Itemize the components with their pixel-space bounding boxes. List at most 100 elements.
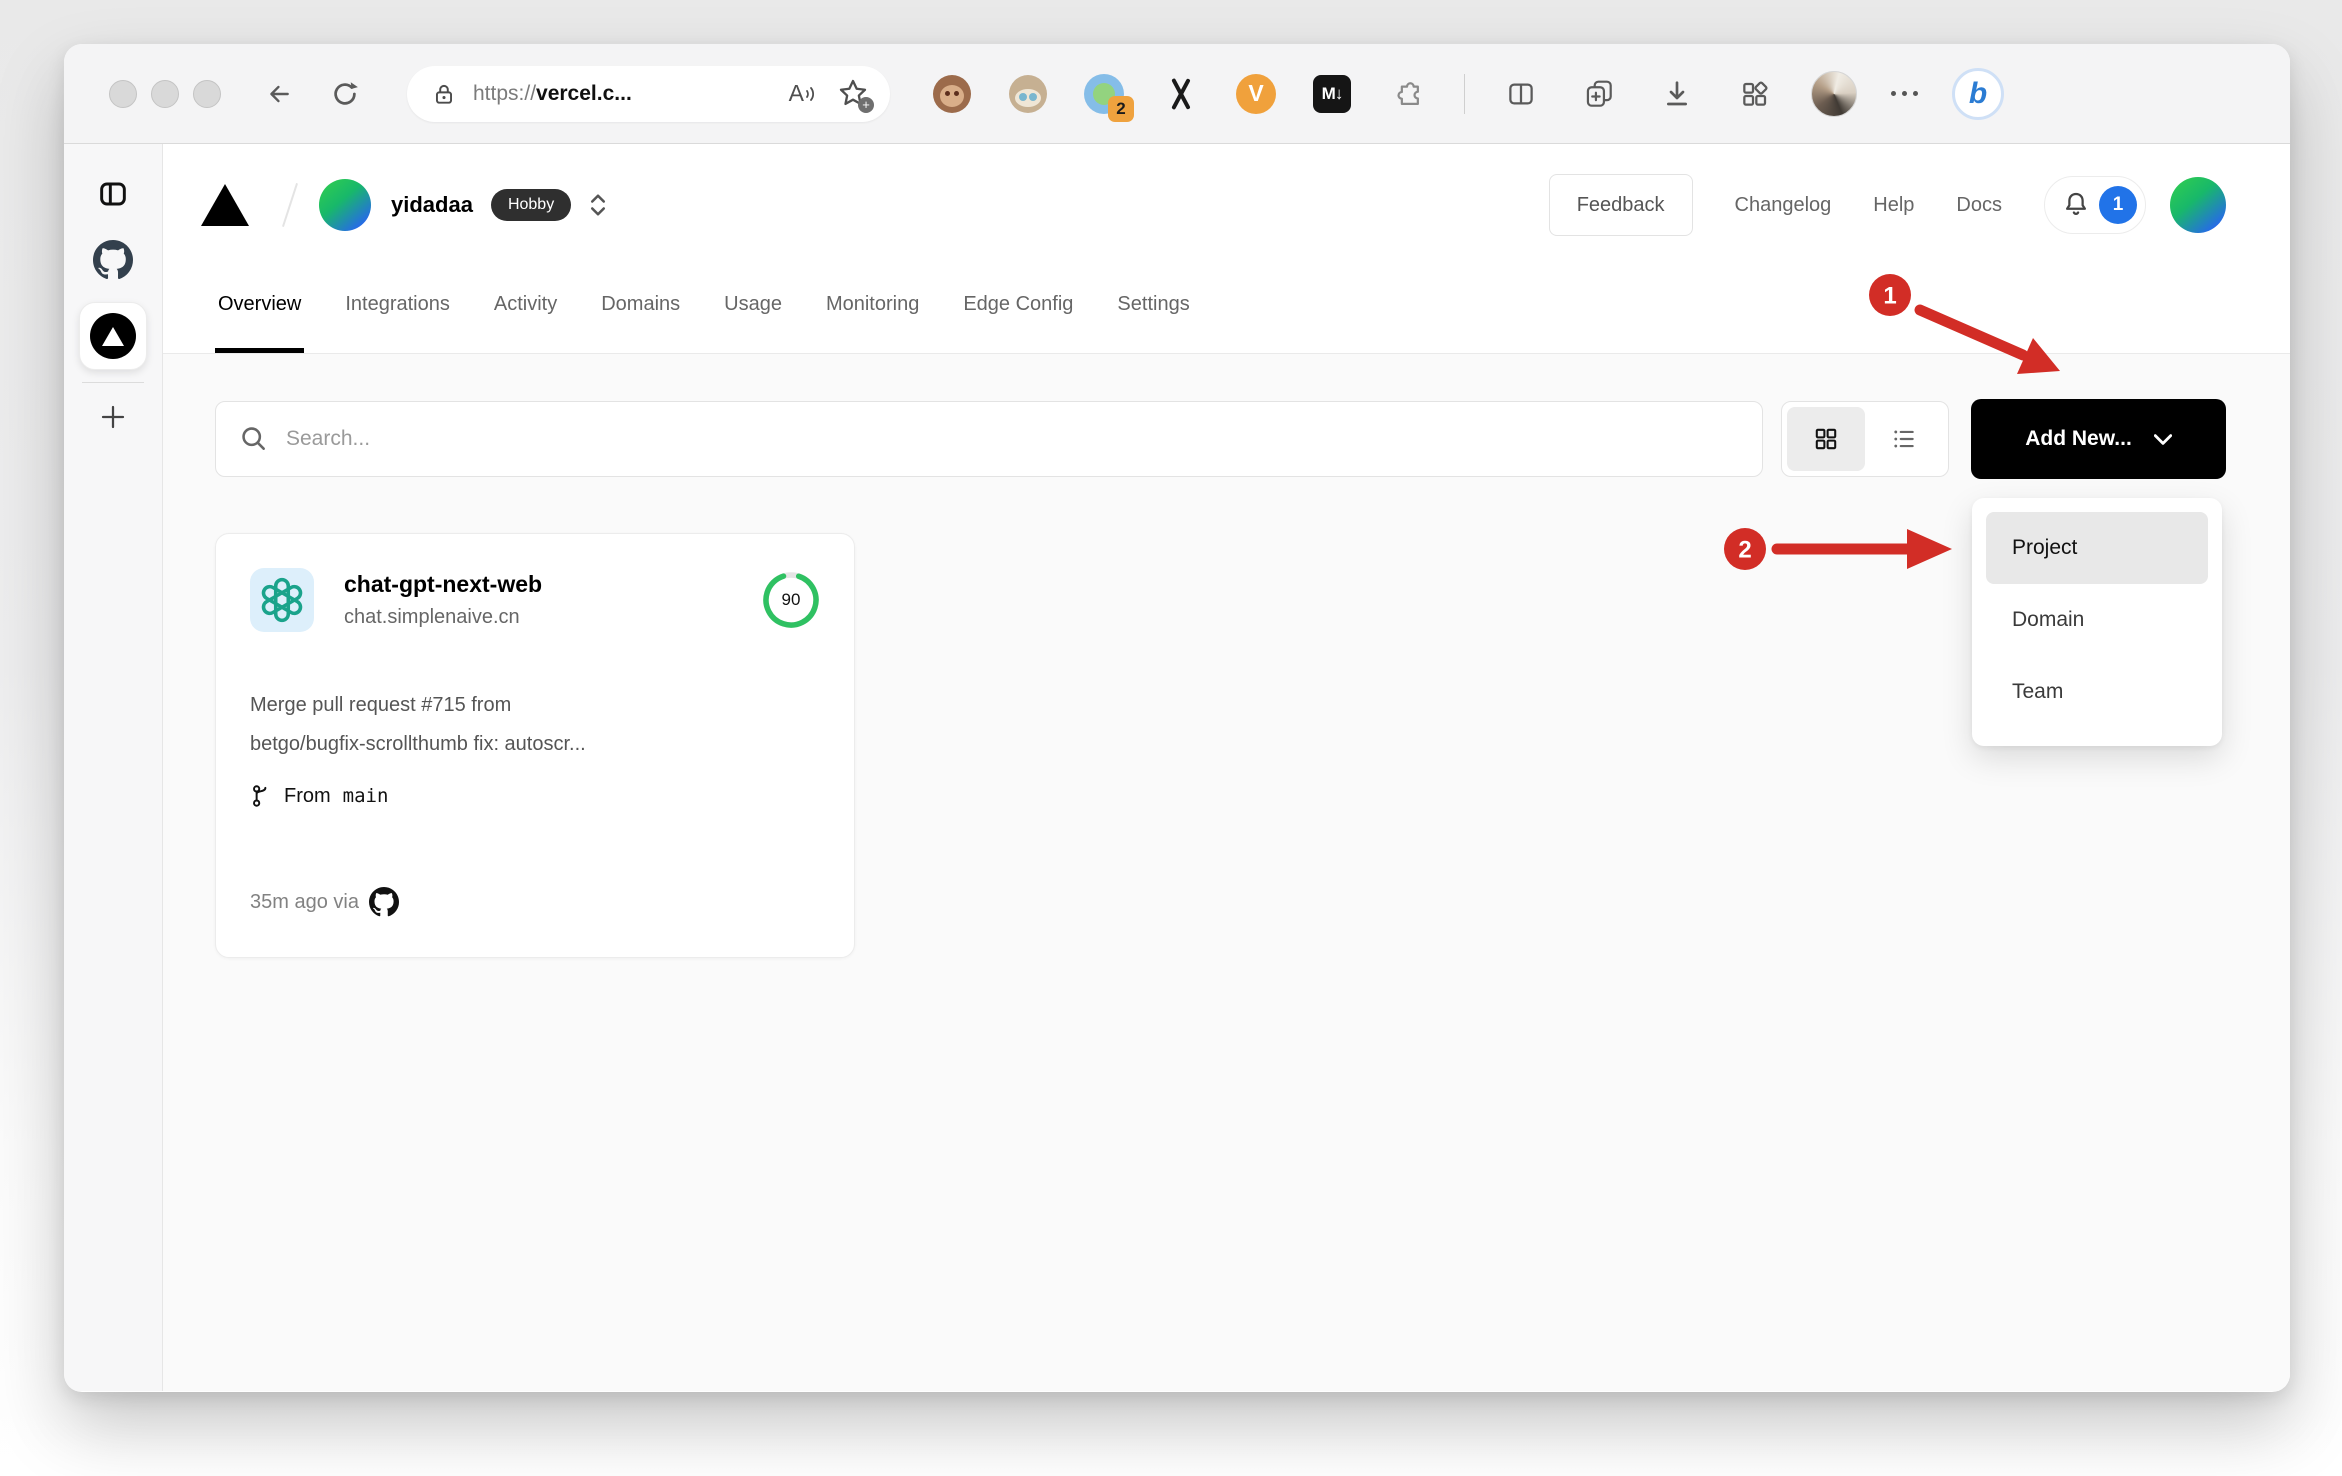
favorite-button[interactable]: + bbox=[838, 78, 874, 113]
score-value: 90 bbox=[781, 590, 801, 609]
search-icon bbox=[242, 427, 265, 450]
window-controls bbox=[109, 79, 221, 108]
browser-profile-avatar[interactable] bbox=[1811, 70, 1857, 117]
tab-overview[interactable]: Overview bbox=[214, 256, 305, 353]
workspaces-grid-icon bbox=[1743, 80, 1768, 106]
menu-item-project[interactable]: Project bbox=[1986, 512, 2208, 584]
extensions-menu-icon[interactable] bbox=[1386, 72, 1430, 116]
v-extension-icon[interactable]: V bbox=[1234, 72, 1278, 116]
branch-name: main bbox=[342, 785, 389, 807]
clipper-extension-icon[interactable] bbox=[1158, 72, 1202, 116]
breadcrumb-slash bbox=[281, 182, 299, 228]
extensions-row: 2 V M↓ bbox=[930, 72, 1430, 122]
download-icon bbox=[1667, 80, 1687, 105]
project-titles: chat-gpt-next-web chat.simplenaive.cn bbox=[344, 571, 542, 629]
add-new-dropdown: Project Domain Team bbox=[1972, 498, 2222, 746]
tab-domains[interactable]: Domains bbox=[601, 256, 680, 353]
back-arrow-icon bbox=[270, 85, 289, 102]
menu-item-domain[interactable]: Domain bbox=[1986, 584, 2208, 656]
url-text: https://vercel.c... bbox=[473, 82, 789, 106]
sidebar-divider bbox=[82, 382, 144, 383]
lock-icon bbox=[435, 84, 453, 104]
list-view-button[interactable] bbox=[1865, 407, 1943, 471]
controls-row: Add New... bbox=[215, 399, 2226, 479]
vercel-dashboard-page: yidadaa Hobby Feedback Changelog Help Do… bbox=[163, 144, 2290, 1391]
project-name[interactable]: chat-gpt-next-web bbox=[344, 571, 542, 598]
feedback-button[interactable]: Feedback bbox=[1548, 174, 1693, 236]
menu-item-team[interactable]: Team bbox=[1986, 656, 2208, 728]
edge-vertical-tabs-sidebar bbox=[64, 144, 163, 1391]
close-window-button[interactable] bbox=[109, 79, 137, 108]
split-screen-button[interactable] bbox=[1499, 72, 1543, 116]
team-avatar bbox=[319, 179, 371, 231]
user-avatar[interactable] bbox=[2170, 177, 2226, 233]
read-aloud-icon: A bbox=[788, 80, 804, 106]
workspaces-button[interactable] bbox=[1733, 72, 1777, 116]
downloads-button[interactable] bbox=[1655, 72, 1699, 116]
scope-switcher-button[interactable] bbox=[587, 190, 609, 220]
tab-edge-config[interactable]: Edge Config bbox=[963, 256, 1073, 353]
vercel-favicon bbox=[90, 313, 136, 359]
maximize-window-button[interactable] bbox=[193, 79, 221, 108]
more-menu-button[interactable] bbox=[1891, 91, 1918, 96]
tab-vercel-active[interactable] bbox=[79, 302, 147, 370]
translator-extension-icon[interactable]: 2 bbox=[1082, 72, 1134, 122]
bing-icon: b bbox=[1968, 76, 1988, 110]
header-right: Feedback Changelog Help Docs 1 bbox=[1548, 174, 2226, 236]
vercel-header: yidadaa Hobby Feedback Changelog Help Do… bbox=[163, 144, 2290, 256]
add-new-label: Add New... bbox=[2025, 427, 2132, 450]
grid-view-button[interactable] bbox=[1787, 407, 1865, 471]
openai-logo-icon bbox=[261, 577, 303, 623]
tab-github[interactable] bbox=[89, 236, 137, 284]
minimize-window-button[interactable] bbox=[151, 79, 179, 108]
github-icon bbox=[93, 240, 133, 280]
collections-button[interactable] bbox=[1577, 72, 1621, 116]
back-button[interactable] bbox=[257, 72, 301, 116]
notifications-button[interactable]: 1 bbox=[2044, 176, 2146, 234]
browser-toolbar: https://vercel.c... A + 2 V M↓ b bbox=[64, 44, 2290, 144]
tab-settings[interactable]: Settings bbox=[1117, 256, 1189, 353]
tab-actions-button[interactable] bbox=[89, 170, 137, 218]
tab-activity[interactable]: Activity bbox=[494, 256, 557, 353]
add-new-button[interactable]: Add New... bbox=[1971, 399, 2226, 479]
dashboard-content: Add New... chat-gpt-next-web chat.simple… bbox=[163, 354, 2290, 1391]
markdown-extension-icon[interactable]: M↓ bbox=[1310, 72, 1354, 116]
project-card-head: chat-gpt-next-web chat.simplenaive.cn 90 bbox=[250, 568, 820, 632]
changelog-link[interactable]: Changelog bbox=[1735, 194, 1832, 217]
browser-window: https://vercel.c... A + 2 V M↓ b yidadaa… bbox=[64, 44, 2290, 1392]
search-input[interactable] bbox=[286, 427, 1738, 451]
commit-line-1: Merge pull request #715 from bbox=[250, 694, 512, 716]
search-box bbox=[215, 401, 1763, 477]
project-domain[interactable]: chat.simplenaive.cn bbox=[344, 606, 542, 629]
plus-icon bbox=[101, 405, 125, 429]
chevron-down-icon bbox=[2153, 433, 2172, 445]
read-aloud-button[interactable]: A bbox=[789, 80, 818, 107]
sloth-extension-icon[interactable] bbox=[1006, 72, 1050, 116]
deploy-meta: 35m ago via bbox=[250, 887, 820, 917]
new-tab-button[interactable] bbox=[89, 393, 137, 441]
notification-count-badge: 1 bbox=[2099, 186, 2137, 224]
reload-icon bbox=[334, 81, 358, 105]
plan-badge: Hobby bbox=[490, 189, 572, 221]
reload-button[interactable] bbox=[323, 72, 367, 116]
docs-link[interactable]: Docs bbox=[1956, 194, 2002, 217]
speed-insights-score[interactable]: 90 bbox=[762, 571, 820, 629]
tab-monitoring[interactable]: Monitoring bbox=[826, 256, 919, 353]
tab-integrations[interactable]: Integrations bbox=[345, 256, 450, 353]
tab-usage[interactable]: Usage bbox=[724, 256, 782, 353]
project-card[interactable]: chat-gpt-next-web chat.simplenaive.cn 90 bbox=[215, 533, 855, 958]
bell-icon bbox=[2066, 192, 2086, 215]
bing-discover-button[interactable]: b bbox=[1952, 67, 2004, 120]
puzzle-icon bbox=[1397, 81, 1419, 105]
chevron-up-down-icon bbox=[591, 194, 606, 216]
team-name[interactable]: yidadaa bbox=[391, 192, 473, 218]
vercel-logo[interactable] bbox=[201, 184, 249, 226]
dashboard-tabs: Overview Integrations Activity Domains U… bbox=[163, 256, 2290, 354]
help-link[interactable]: Help bbox=[1873, 194, 1914, 217]
git-branch-icon bbox=[253, 785, 267, 807]
address-bar[interactable]: https://vercel.c... A + bbox=[407, 65, 890, 122]
monkey-extension-icon[interactable] bbox=[930, 72, 974, 116]
add-tab-group-icon bbox=[1586, 80, 1612, 107]
github-icon bbox=[368, 887, 399, 917]
read-aloud-waves-icon bbox=[806, 86, 815, 101]
